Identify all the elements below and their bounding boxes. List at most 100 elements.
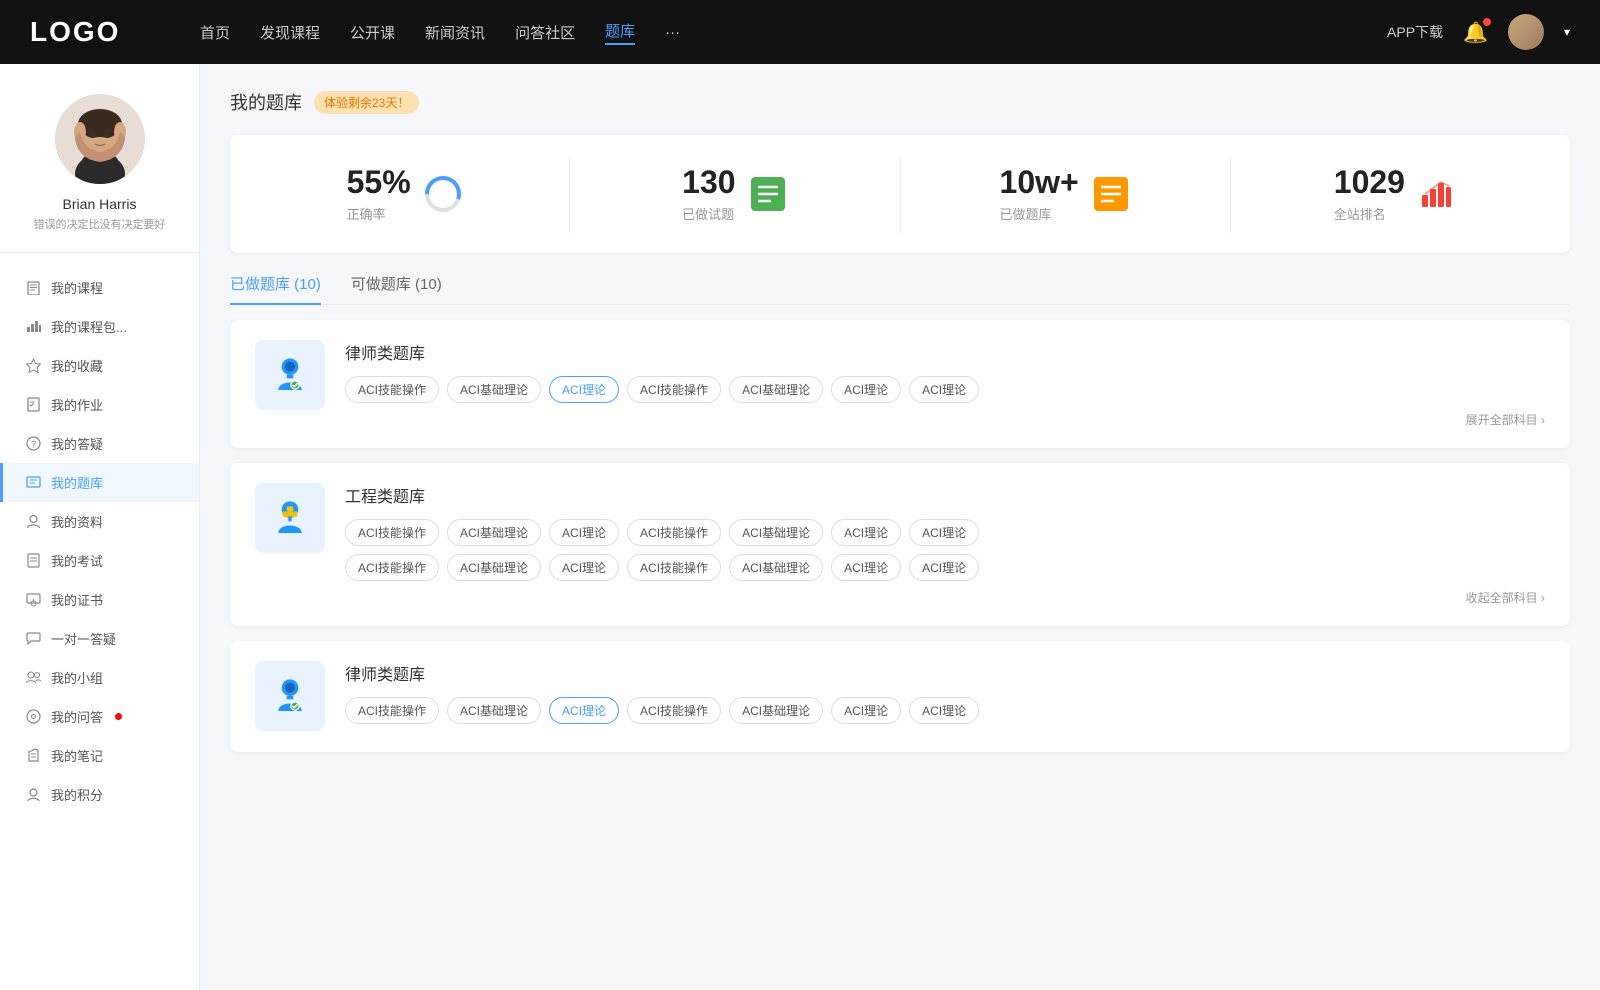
tag[interactable]: ACI技能操作: [627, 697, 721, 724]
avatar-image: [1508, 14, 1544, 50]
collapse-btn-2[interactable]: 收起全部科目 ›: [345, 589, 1545, 606]
sidebar-item-one-on-one[interactable]: 一对一答疑: [0, 619, 199, 658]
tab-available-banks[interactable]: 可做题库 (10): [351, 273, 442, 304]
sidebar-label: 我的答疑: [51, 434, 103, 453]
homework-icon: [25, 397, 41, 413]
tag[interactable]: ACI基础理论: [447, 554, 541, 581]
sidebar-item-my-questions[interactable]: 我的问答: [0, 697, 199, 736]
tags-row-2a: ACI技能操作 ACI基础理论 ACI理论 ACI技能操作 ACI基础理论 AC…: [345, 519, 1545, 546]
nav-open-course[interactable]: 公开课: [350, 22, 395, 43]
tag[interactable]: ACI技能操作: [627, 554, 721, 581]
tag[interactable]: ACI理论: [909, 697, 979, 724]
tag[interactable]: ACI理论: [831, 376, 901, 403]
tag[interactable]: ACI基础理论: [447, 519, 541, 546]
nav-qa[interactable]: 问答社区: [515, 22, 575, 43]
sidebar-item-notes[interactable]: 我的笔记: [0, 736, 199, 775]
sidebar-item-certificates[interactable]: 我的证书: [0, 580, 199, 619]
notification-dot: [1483, 18, 1491, 26]
logo[interactable]: LOGO: [30, 16, 150, 48]
tag[interactable]: ACI基础理论: [729, 376, 823, 403]
tag[interactable]: ACI基础理论: [729, 554, 823, 581]
exams-icon: [25, 553, 41, 569]
tag-active[interactable]: ACI理论: [549, 376, 619, 403]
notification-bell[interactable]: 🔔: [1463, 20, 1488, 45]
tag[interactable]: ACI理论: [549, 554, 619, 581]
sidebar-item-points[interactable]: 我的积分: [0, 775, 199, 814]
tag[interactable]: ACI基础理论: [447, 697, 541, 724]
user-motto: 错误的决定比没有决定要好: [19, 216, 181, 232]
sidebar-label: 我的题库: [51, 473, 103, 492]
unread-dot: [115, 713, 122, 720]
tab-done-banks[interactable]: 已做题库 (10): [230, 273, 321, 304]
tag[interactable]: ACI理论: [549, 519, 619, 546]
qbank-card-lawyer-3: 律师类题库 ACI技能操作 ACI基础理论 ACI理论 ACI技能操作 ACI基…: [230, 641, 1570, 752]
tag[interactable]: ACI技能操作: [345, 554, 439, 581]
qbank-content-2: 工程类题库 ACI技能操作 ACI基础理论 ACI理论 ACI技能操作 ACI基…: [345, 483, 1545, 606]
svg-text:?: ?: [30, 440, 35, 450]
tag[interactable]: ACI基础理论: [729, 519, 823, 546]
my-questions-icon: [25, 709, 41, 725]
sidebar-label: 我的资料: [51, 512, 103, 531]
tag[interactable]: ACI理论: [831, 519, 901, 546]
user-avatar[interactable]: [55, 94, 145, 184]
tag[interactable]: ACI基础理论: [729, 697, 823, 724]
bar-chart-red-icon: [1417, 174, 1457, 214]
nav-more[interactable]: ···: [665, 24, 680, 41]
app-download-link[interactable]: APP下载: [1387, 22, 1443, 42]
nav-discover[interactable]: 发现课程: [260, 22, 320, 43]
stat-questions-number: 130: [682, 165, 735, 200]
expand-all-btn-1[interactable]: 展开全部科目 ›: [345, 411, 1545, 428]
nav-news[interactable]: 新闻资讯: [425, 22, 485, 43]
list-green-icon: [748, 174, 788, 214]
tags-row-3: ACI技能操作 ACI基础理论 ACI理论 ACI技能操作 ACI基础理论 AC…: [345, 697, 1545, 724]
stat-ranking-number: 1029: [1334, 165, 1405, 200]
tag[interactable]: ACI理论: [909, 519, 979, 546]
stat-questions-done: 130 已做试题: [570, 155, 900, 233]
sidebar-item-groups[interactable]: 我的小组: [0, 658, 199, 697]
pie-chart-icon: [423, 174, 463, 214]
tag[interactable]: ACI理论: [831, 554, 901, 581]
sidebar-item-courses[interactable]: 我的课程: [0, 268, 199, 307]
tag[interactable]: ACI技能操作: [627, 376, 721, 403]
tag[interactable]: ACI基础理论: [447, 376, 541, 403]
page-title: 我的题库: [230, 89, 302, 115]
list-orange-icon: [1091, 174, 1131, 214]
sidebar-item-exams[interactable]: 我的考试: [0, 541, 199, 580]
tag[interactable]: ACI理论: [909, 554, 979, 581]
sidebar-label: 我的积分: [51, 785, 103, 804]
sidebar-item-qa[interactable]: ? 我的答疑: [0, 424, 199, 463]
sidebar-item-homework[interactable]: 我的作业: [0, 385, 199, 424]
stat-banks-number: 10w+: [1000, 165, 1079, 200]
sidebar-label: 我的笔记: [51, 746, 103, 765]
tag[interactable]: ACI理论: [831, 697, 901, 724]
navbar: LOGO 首页 发现课程 公开课 新闻资讯 问答社区 题库 ··· APP下载 …: [0, 0, 1600, 64]
navbar-right: APP下载 🔔 ▾: [1387, 14, 1570, 50]
qbank-card-lawyer-1: 律师类题库 ACI技能操作 ACI基础理论 ACI理论 ACI技能操作 ACI基…: [230, 320, 1570, 448]
tags-row-2b: ACI技能操作 ACI基础理论 ACI理论 ACI技能操作 ACI基础理论 AC…: [345, 554, 1545, 581]
tag[interactable]: ACI理论: [909, 376, 979, 403]
tag[interactable]: ACI技能操作: [345, 376, 439, 403]
tag[interactable]: ACI技能操作: [627, 519, 721, 546]
lawyer-icon-3: [255, 661, 325, 731]
sidebar-item-packages[interactable]: 我的课程包...: [0, 307, 199, 346]
star-icon: [25, 358, 41, 374]
sidebar-item-profile[interactable]: 我的资料: [0, 502, 199, 541]
tag[interactable]: ACI技能操作: [345, 697, 439, 724]
chat-icon: [25, 631, 41, 647]
profile-section: Brian Harris 错误的决定比没有决定要好: [0, 94, 199, 253]
sidebar-item-favorites[interactable]: 我的收藏: [0, 346, 199, 385]
user-name: Brian Harris: [63, 196, 137, 212]
tag-active[interactable]: ACI理论: [549, 697, 619, 724]
tag[interactable]: ACI技能操作: [345, 519, 439, 546]
stat-ranking-label: 全站排名: [1334, 204, 1405, 223]
nav-home[interactable]: 首页: [200, 22, 230, 43]
user-avatar-nav[interactable]: [1508, 14, 1544, 50]
courses-icon: [25, 280, 41, 296]
qbank-title-1: 律师类题库: [345, 340, 1545, 364]
main-content: 我的题库 体验剩余23天！ 55% 正确率: [200, 64, 1600, 990]
nav-question-bank[interactable]: 题库: [605, 20, 635, 45]
sidebar-item-question-bank[interactable]: 我的题库: [0, 463, 199, 502]
sidebar-label: 我的考试: [51, 551, 103, 570]
user-dropdown-arrow[interactable]: ▾: [1564, 25, 1570, 39]
sidebar-label: 我的课程: [51, 278, 103, 297]
